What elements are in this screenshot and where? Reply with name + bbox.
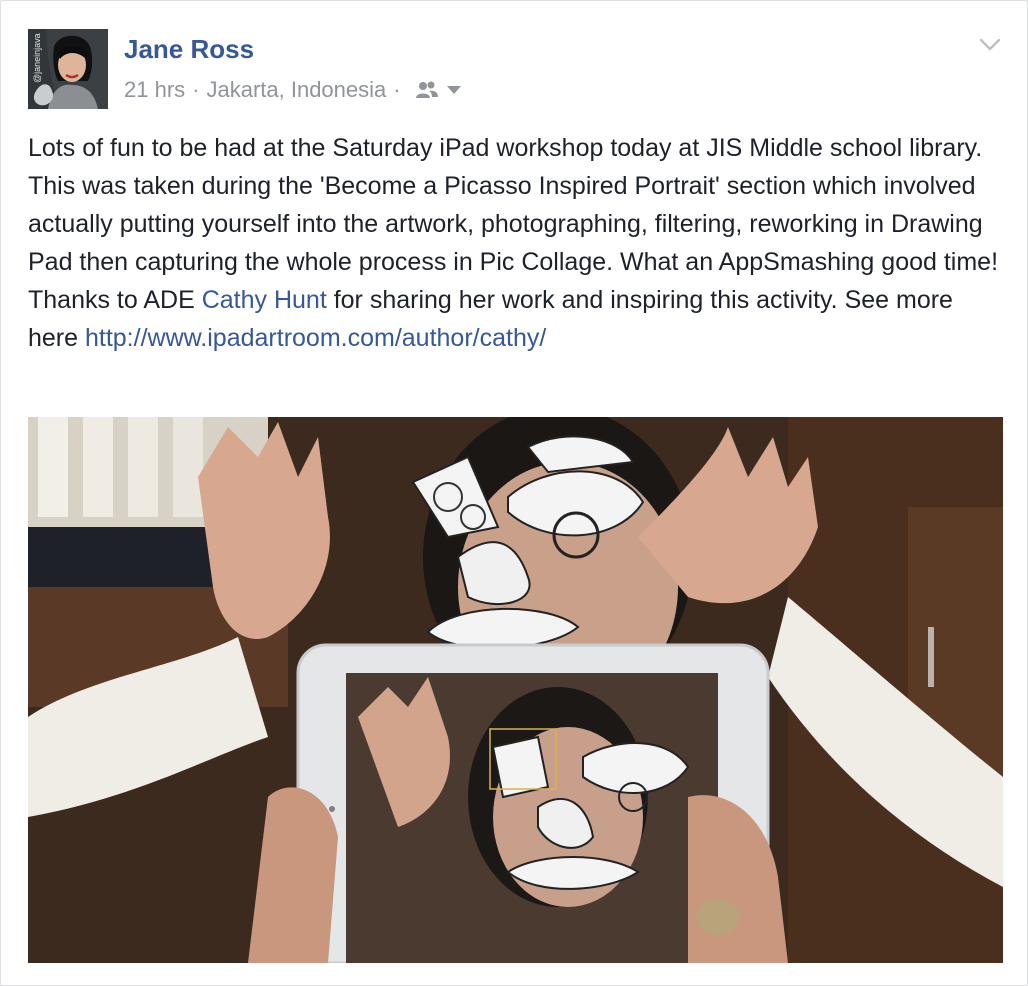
audience-selector[interactable] [414, 80, 462, 100]
post-body: Lots of fun to be had at the Saturday iP… [28, 129, 1003, 357]
post-meta: 21 hrs · Jakarta, Indonesia · [124, 75, 462, 105]
post-text: Lots of fun to be had at the Saturday iP… [28, 129, 1003, 357]
photo-image [28, 417, 1003, 963]
author-avatar[interactable]: @janeinjava [28, 29, 108, 109]
meta-separator: · [192, 77, 200, 102]
caret-down-icon [446, 86, 461, 94]
friends-icon [415, 81, 438, 98]
author-name[interactable]: Jane Ross [124, 33, 254, 65]
feed-post: @janeinjava Jane Ross 21 hrs · Jakarta, … [0, 0, 1028, 986]
url-link[interactable]: http://www.ipadartroom.com/author/cathy/ [85, 324, 546, 352]
post-photo[interactable] [28, 417, 1003, 963]
post-timestamp[interactable]: 21 hrs [124, 75, 185, 105]
avatar-image: @janeinjava [28, 29, 108, 109]
post-location[interactable]: Jakarta, Indonesia [206, 75, 386, 105]
meta-separator: · [393, 77, 401, 102]
avatar-watermark: @janeinjava [32, 33, 42, 83]
mention-link[interactable]: Cathy Hunt [202, 286, 327, 314]
chevron-down-icon[interactable] [977, 31, 1003, 57]
